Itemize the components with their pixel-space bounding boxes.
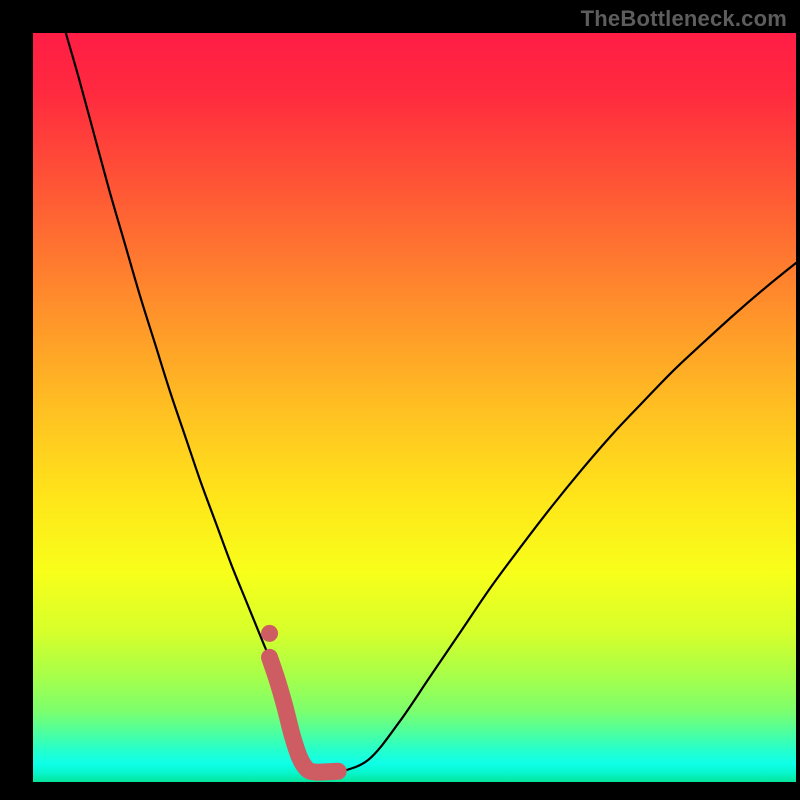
watermark-text: TheBottleneck.com xyxy=(581,6,787,32)
chart-frame xyxy=(0,0,800,800)
bottleneck-chart xyxy=(0,0,800,800)
gradient-background xyxy=(33,33,796,782)
marker-dot-icon xyxy=(261,625,278,642)
